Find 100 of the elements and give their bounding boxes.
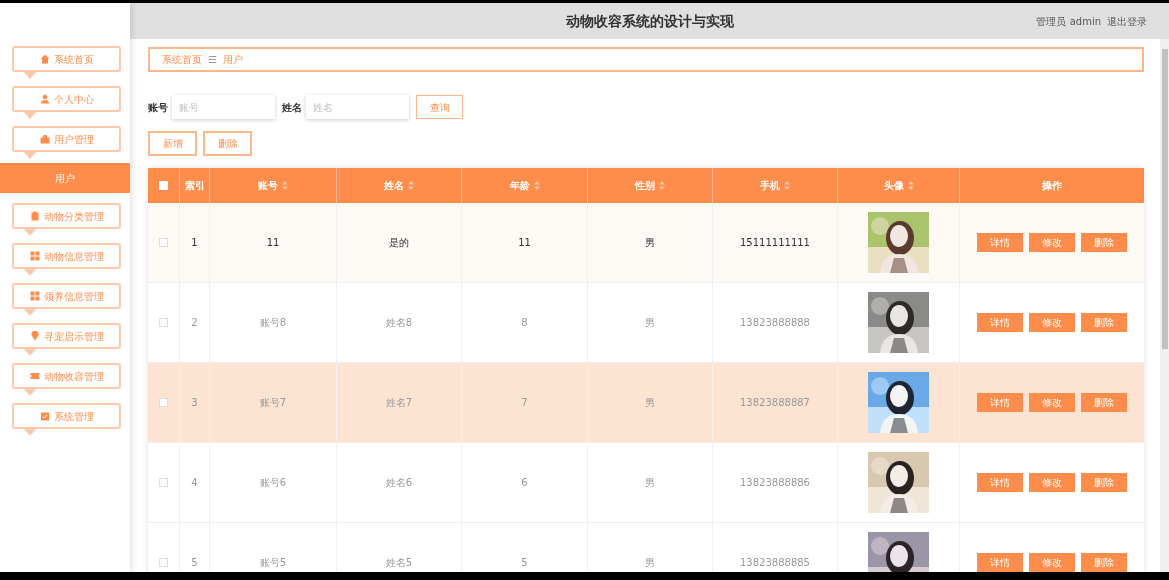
details-button[interactable]: 详情 xyxy=(976,313,1023,332)
sort-icon xyxy=(784,181,790,190)
details-button[interactable]: 详情 xyxy=(976,393,1023,412)
field-label: 账号 xyxy=(148,100,168,115)
table-cell-text: 账号8 xyxy=(259,316,287,330)
page-title: 动物收容系统的设计与实现 xyxy=(565,11,734,31)
sort-icon xyxy=(282,181,288,190)
table-row[interactable]: 4 账号6 姓名6 6 男 13823888886 详情 修改 删除 xyxy=(148,443,1144,523)
table-cell-text: 13823888885 xyxy=(740,556,810,570)
briefcase-icon xyxy=(39,134,50,144)
table-cell-text: 15111111111 xyxy=(740,236,810,250)
table-cell-text: 账号7 xyxy=(259,396,287,410)
table-cell-text: 3 xyxy=(191,396,198,410)
callout-tail xyxy=(24,72,36,79)
table-cell-text: 5 xyxy=(521,556,528,570)
table-cell-text: 5 xyxy=(191,556,198,570)
checkbox[interactable] xyxy=(159,318,168,327)
search-button[interactable]: 查询 xyxy=(416,95,463,119)
callout-tail xyxy=(24,269,36,276)
submenu-item[interactable]: 用户 xyxy=(0,163,130,193)
delete-button[interactable]: 删除 xyxy=(1080,313,1127,332)
breadcrumb-link[interactable]: 系统首页 xyxy=(162,52,202,67)
breadcrumb-separator: ☰ xyxy=(208,53,217,67)
table-cell-text: 姓名6 xyxy=(385,476,413,490)
table-cell-text: 6 xyxy=(521,476,528,490)
clipboard-icon xyxy=(29,211,40,221)
add-button[interactable]: 新增 xyxy=(148,131,197,156)
user-icon xyxy=(39,94,50,104)
edit-button[interactable]: 修改 xyxy=(1028,553,1075,572)
table-cell-text: 姓名5 xyxy=(385,556,413,570)
details-button[interactable]: 详情 xyxy=(976,233,1023,252)
delete-button[interactable]: 删除 xyxy=(1080,553,1127,572)
column-header: 操作 xyxy=(1040,179,1063,193)
checkbox[interactable] xyxy=(159,238,168,247)
table-cell-text: 男 xyxy=(645,236,655,250)
callout-tail xyxy=(24,429,36,436)
checkbox[interactable] xyxy=(159,181,168,190)
table-row[interactable]: 3 账号7 姓名7 7 男 13823888887 详情 修改 删除 xyxy=(148,363,1144,443)
callout-tail xyxy=(24,229,36,236)
table-cell-text: 13823888886 xyxy=(740,476,810,490)
pin-icon xyxy=(29,331,40,341)
menu-item[interactable]: 系统管理 xyxy=(12,403,121,429)
callout-tail xyxy=(24,389,36,396)
table-cell-text: 7 xyxy=(521,396,528,410)
callout-tail xyxy=(24,112,36,119)
menu-item[interactable]: 个人中心 xyxy=(12,86,121,112)
grid-icon xyxy=(29,251,40,261)
edit-button[interactable]: 修改 xyxy=(1028,313,1075,332)
breadcrumb-current: 用户 xyxy=(222,53,243,67)
edit-button[interactable]: 修改 xyxy=(1028,233,1075,252)
table-cell-text: 是的 xyxy=(389,236,409,250)
sort-icon xyxy=(408,181,414,190)
table-cell-text: 8 xyxy=(521,316,528,330)
menu-item[interactable]: 寻宠启示管理 xyxy=(12,323,121,349)
table-cell-text: 男 xyxy=(645,476,655,490)
menu-item[interactable]: 动物收容管理 xyxy=(12,363,121,389)
table-cell-text: 11 xyxy=(266,236,280,250)
table-cell-text: 2 xyxy=(191,316,198,330)
sort-icon xyxy=(907,181,914,190)
table-cell-text: 账号6 xyxy=(259,476,287,490)
checkbox[interactable] xyxy=(159,558,168,567)
table-row[interactable]: 1 11 是的 11 男 15111111111 详情 修改 删除 xyxy=(148,203,1144,283)
table-cell-text: 姓名8 xyxy=(385,316,413,330)
table-cell-text: 1 xyxy=(191,236,198,250)
edit-button[interactable]: 修改 xyxy=(1028,473,1075,492)
table-cell-text: 男 xyxy=(645,556,655,570)
callout-tail xyxy=(24,349,36,356)
table-cell-text: 男 xyxy=(645,316,655,330)
menu-item[interactable]: 领养信息管理 xyxy=(12,283,121,309)
table-row[interactable]: 2 账号8 姓名8 8 男 13823888888 详情 修改 删除 xyxy=(148,283,1144,363)
callout-tail xyxy=(24,152,36,159)
details-button[interactable]: 详情 xyxy=(976,553,1023,572)
menu-item[interactable]: 用户管理 xyxy=(12,126,121,152)
table-cell-text: 11 xyxy=(518,236,531,250)
callout-tail xyxy=(24,309,36,316)
delete-button[interactable]: 删除 xyxy=(1080,473,1127,492)
menu-item[interactable]: 动物信息管理 xyxy=(12,243,121,269)
ticket-icon xyxy=(29,371,40,381)
user-label: 管理员 admin xyxy=(1036,14,1101,29)
clipboard-check-icon xyxy=(39,411,50,421)
edit-button[interactable]: 修改 xyxy=(1028,393,1075,412)
logout-link[interactable]: 退出登录 xyxy=(1107,13,1147,29)
details-button[interactable]: 详情 xyxy=(976,473,1023,492)
checkbox[interactable] xyxy=(159,478,168,487)
table-cell-text: 13823888888 xyxy=(740,316,810,330)
scrollbar[interactable] xyxy=(1160,39,1169,572)
delete-button[interactable]: 删除 xyxy=(203,131,252,156)
table-cell-text: 姓名7 xyxy=(385,396,413,410)
field-label: 姓名 xyxy=(282,100,302,115)
table-cell-text: 13823888887 xyxy=(740,396,810,410)
sort-icon xyxy=(659,181,665,190)
table-cell-text: 账号5 xyxy=(259,556,287,570)
menu-item[interactable]: 动物分类管理 xyxy=(12,203,121,229)
delete-button[interactable]: 删除 xyxy=(1080,233,1127,252)
delete-button[interactable]: 删除 xyxy=(1080,393,1127,412)
menu-item[interactable]: 系统首页 xyxy=(12,46,121,72)
checkbox[interactable] xyxy=(159,398,168,407)
grid-icon xyxy=(29,291,40,301)
table-row[interactable]: 5 账号5 姓名5 5 男 13823888885 详情 修改 删除 xyxy=(148,523,1144,572)
table-cell-text: 男 xyxy=(645,396,655,410)
